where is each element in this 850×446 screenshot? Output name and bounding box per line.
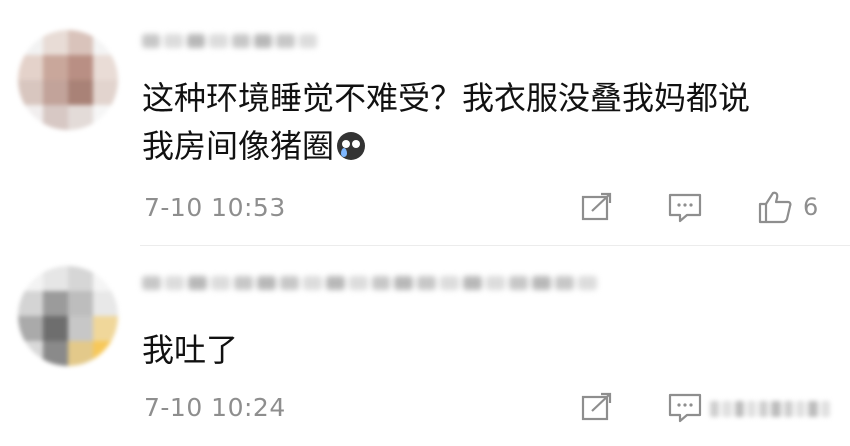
avatar[interactable] bbox=[18, 266, 118, 366]
comment-timestamp: 7-10 10:53 bbox=[144, 193, 286, 222]
comment-icon bbox=[668, 193, 702, 223]
blurred-like-area bbox=[710, 401, 830, 417]
comment-timestamp: 7-10 10:24 bbox=[144, 393, 286, 422]
reply-button[interactable] bbox=[667, 192, 703, 224]
share-button[interactable] bbox=[580, 192, 614, 222]
avatar[interactable] bbox=[18, 30, 118, 130]
share-icon bbox=[581, 192, 612, 221]
comment-text: 这种环境睡觉不难受？我衣服没叠我妈都说 我房间像猪圈 bbox=[142, 74, 842, 170]
comment-text-line: 我吐了 bbox=[142, 331, 239, 369]
comment-text-segment: 我房间像猪圈 bbox=[142, 127, 335, 165]
reply-button[interactable] bbox=[667, 392, 703, 424]
username-blurred[interactable] bbox=[142, 276, 598, 290]
comment-icon bbox=[668, 393, 702, 423]
comment-text: 我吐了 bbox=[142, 326, 742, 374]
like-count: 6 bbox=[803, 193, 819, 221]
username-blurred[interactable] bbox=[142, 34, 317, 48]
comment-item: 这种环境睡觉不难受？我衣服没叠我妈都说 我房间像猪圈 7-10 10:53 6 bbox=[0, 0, 850, 245]
share-icon bbox=[581, 392, 612, 421]
comment-item: 我吐了 7-10 10:24 bbox=[0, 246, 850, 446]
share-button[interactable] bbox=[580, 392, 614, 422]
like-icon bbox=[758, 191, 792, 224]
comment-text-line: 我房间像猪圈 bbox=[142, 122, 842, 170]
like-button[interactable]: 6 bbox=[757, 190, 818, 224]
crying-face-emoji-icon bbox=[337, 132, 366, 160]
comment-text-line: 这种环境睡觉不难受？我衣服没叠我妈都说 bbox=[142, 79, 751, 117]
